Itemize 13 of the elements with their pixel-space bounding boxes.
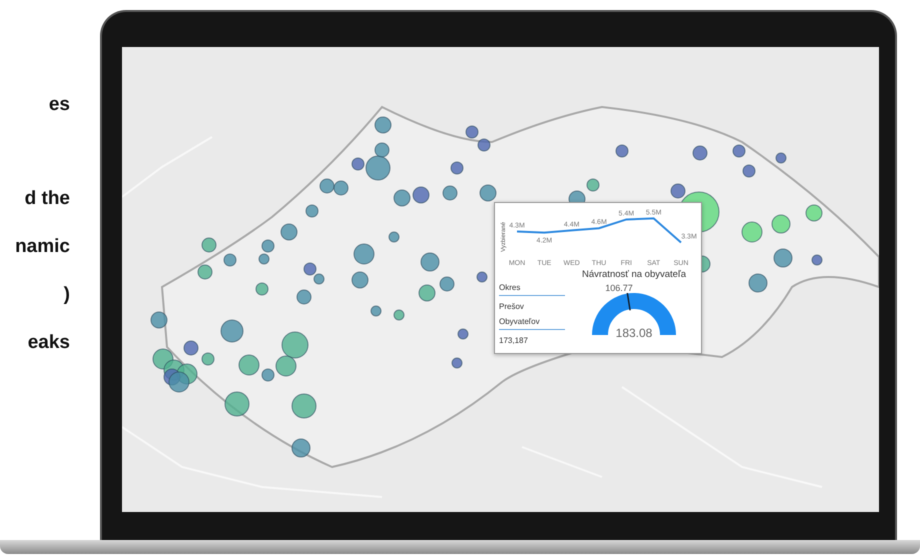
- gauge-value: 183.08: [616, 326, 652, 339]
- slicer-value: 173,187: [499, 336, 529, 345]
- text-line: es: [48, 93, 70, 117]
- slicer-value: Prešov: [499, 302, 525, 311]
- text-line: ): [64, 283, 70, 307]
- slicer-label: Obyvateľov: [499, 317, 565, 330]
- target-marker: [626, 293, 631, 310]
- gauge-title: Návratnosť na obyvateľa: [582, 269, 686, 280]
- target-value: 106.77: [605, 283, 633, 293]
- text-line: namic: [15, 235, 70, 259]
- text-line: eaks: [28, 331, 70, 355]
- text-line: d the: [24, 187, 70, 211]
- slicer-label: Okres: [499, 283, 565, 296]
